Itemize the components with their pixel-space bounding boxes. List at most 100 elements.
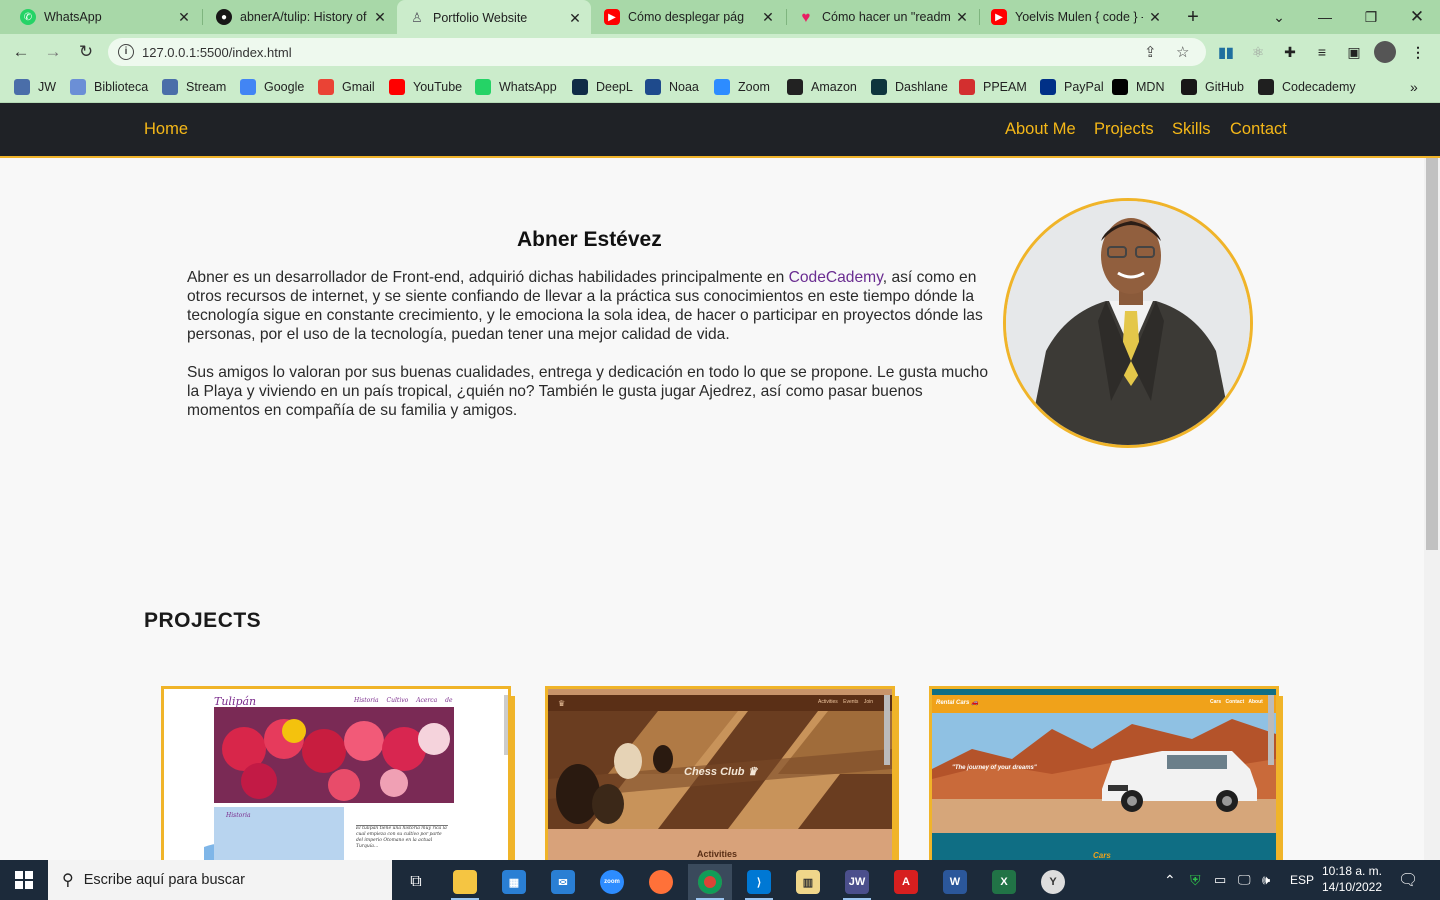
restore-button[interactable]: ❐ xyxy=(1348,0,1394,34)
site-navbar: Home About Me Projects Skills Contact xyxy=(0,103,1440,158)
jw-library-icon[interactable]: JW xyxy=(835,864,879,900)
bookmark-github[interactable]: GitHub xyxy=(1181,77,1244,97)
github-icon xyxy=(1181,79,1197,95)
bookmark-star-icon[interactable]: ☆ xyxy=(1176,43,1189,61)
taskbar-search[interactable]: ⚲ Escribe aquí para buscar xyxy=(48,860,392,900)
bookmark-codecademy[interactable]: Codecademy xyxy=(1258,77,1356,97)
word-icon[interactable]: W xyxy=(933,864,977,900)
app-y-icon[interactable]: Y xyxy=(1031,864,1075,900)
youtube-icon: ▶ xyxy=(991,9,1007,25)
clock-date: 14/10/2022 xyxy=(1321,880,1383,894)
reading-list-icon[interactable]: ≡ xyxy=(1312,42,1332,62)
close-tab-icon[interactable]: ✕ xyxy=(567,10,583,27)
address-bar[interactable]: i 127.0.0.1:5500/index.html ⇪ ☆ xyxy=(108,38,1206,66)
bookmark-google[interactable]: Google xyxy=(240,77,304,97)
chess-nav-1: Activities xyxy=(818,699,838,705)
bookmark-ppeam[interactable]: PPEAM xyxy=(959,77,1027,97)
acrobat-icon[interactable]: A xyxy=(884,864,928,900)
bookmark-dashlane[interactable]: Dashlane xyxy=(871,77,948,97)
bookmark-youtube[interactable]: YouTube xyxy=(389,77,462,97)
tab-youtube-yoelvis[interactable]: ▶ Yoelvis Mulen { code } - ✕ xyxy=(979,0,1171,34)
side-panel-icon[interactable]: ▣ xyxy=(1344,42,1364,62)
forward-button[interactable]: → xyxy=(40,39,66,65)
battery-icon[interactable]: ▭ xyxy=(1214,860,1226,900)
extension-react-icon[interactable]: ⚛ xyxy=(1248,42,1268,62)
task-view-icon[interactable]: ⧉ xyxy=(394,864,438,900)
tab-title: abnerA/tulip: History of xyxy=(240,10,367,24)
close-tab-icon[interactable]: ✕ xyxy=(760,9,776,26)
page-scrollbar[interactable] xyxy=(1424,158,1440,860)
file-explorer-icon[interactable] xyxy=(443,864,487,900)
more-bookmarks-icon[interactable]: » xyxy=(1410,77,1418,97)
tab-readme[interactable]: ♥ Cómo hacer un "readme ✕ xyxy=(786,0,978,34)
bookmark-jw[interactable]: JW xyxy=(14,77,56,97)
bookmark-stream[interactable]: Stream xyxy=(162,77,226,97)
close-tab-icon[interactable]: ✕ xyxy=(1147,9,1163,26)
bookmark-paypal[interactable]: PayPal xyxy=(1040,77,1104,97)
close-window-button[interactable]: ✕ xyxy=(1394,0,1440,34)
close-tab-icon[interactable]: ✕ xyxy=(372,9,388,26)
zoom-icon xyxy=(714,79,730,95)
github-icon: ● xyxy=(216,9,232,25)
tulip-card-section: Historia xyxy=(226,812,251,819)
close-tab-icon[interactable]: ✕ xyxy=(954,9,970,26)
nav-skills-link[interactable]: Skills xyxy=(1172,120,1211,139)
biblioteca-icon xyxy=(70,79,86,95)
bookmark-label: Codecademy xyxy=(1282,80,1356,94)
bookmark-whatsapp[interactable]: WhatsApp xyxy=(475,77,557,97)
codecademy-link[interactable]: CodeCademy xyxy=(789,269,883,286)
browser-tab-strip: ✆ WhatsApp ✕ ● abnerA/tulip: History of … xyxy=(0,0,1440,36)
firefox-icon[interactable] xyxy=(639,864,683,900)
search-placeholder: Escribe aquí para buscar xyxy=(83,872,245,888)
network-icon[interactable]: 🖵 xyxy=(1238,860,1251,900)
menu-kebab-icon[interactable]: ⋮ xyxy=(1408,42,1428,62)
extension-bars-icon[interactable]: ▮▮ xyxy=(1216,42,1236,62)
notifications-icon[interactable]: 🗨 xyxy=(1398,860,1418,900)
library-app-icon[interactable]: ▥ xyxy=(786,864,830,900)
tab-search-icon[interactable]: ⌄ xyxy=(1256,0,1302,34)
nav-home-link[interactable]: Home xyxy=(144,120,188,139)
show-hidden-icons[interactable]: ⌃ xyxy=(1164,860,1176,900)
close-tab-icon[interactable]: ✕ xyxy=(176,9,192,26)
vscode-icon[interactable]: ⟩ xyxy=(737,864,781,900)
calendar-app-icon[interactable]: ▦ xyxy=(492,864,536,900)
bookmark-mdn[interactable]: MDN xyxy=(1112,77,1164,97)
new-tab-button[interactable]: + xyxy=(1180,4,1206,30)
project-card-chess[interactable]: ♛ Activities Events Join Chess Club ♛ Ac… xyxy=(545,686,895,860)
share-icon[interactable]: ⇪ xyxy=(1144,43,1157,61)
nav-projects-link[interactable]: Projects xyxy=(1094,120,1154,139)
nav-contact-link[interactable]: Contact xyxy=(1230,120,1287,139)
tab-portfolio-active[interactable]: ♙ Portfolio Website ✕ xyxy=(397,0,591,36)
chess-card-title: Chess Club ♛ xyxy=(684,766,758,778)
project-card-tulip[interactable]: Tulipán Historia Cultivo Acerca de Histo… xyxy=(161,686,511,860)
tab-youtube-deploy[interactable]: ▶ Cómo desplegar pág ✕ xyxy=(592,0,784,34)
start-button[interactable] xyxy=(0,860,48,900)
chrome-icon[interactable] xyxy=(688,864,732,900)
extensions-puzzle-icon[interactable]: ✚ xyxy=(1280,42,1300,62)
back-button[interactable]: ← xyxy=(8,39,34,65)
taskbar-clock[interactable]: 10:18 a. m. 14/10/2022 xyxy=(1316,863,1388,895)
excel-icon[interactable]: X xyxy=(982,864,1026,900)
scrollbar-thumb[interactable] xyxy=(1426,158,1438,550)
zoom-icon[interactable]: zoom xyxy=(590,864,634,900)
bookmark-gmail[interactable]: Gmail xyxy=(318,77,375,97)
security-shield-icon[interactable]: ⛨ xyxy=(1190,860,1201,900)
language-indicator[interactable]: ESP xyxy=(1290,860,1314,900)
bookmark-amazon[interactable]: Amazon xyxy=(787,77,857,97)
project-card-rental[interactable]: Rental Cars 🚗 Cars Contact About "The jo… xyxy=(929,686,1279,860)
bookmark-label: PayPal xyxy=(1064,80,1104,94)
nav-about-link[interactable]: About Me xyxy=(1005,120,1076,139)
bookmark-biblioteca[interactable]: Biblioteca xyxy=(70,77,148,97)
tab-github[interactable]: ● abnerA/tulip: History of ✕ xyxy=(204,0,396,34)
tab-whatsapp[interactable]: ✆ WhatsApp ✕ xyxy=(8,0,200,34)
mail-icon[interactable]: ✉ xyxy=(541,864,585,900)
reload-button[interactable]: ↻ xyxy=(73,39,99,65)
site-info-icon[interactable]: i xyxy=(118,44,134,60)
bookmark-deepl[interactable]: DeepL xyxy=(572,77,633,97)
bookmark-noaa[interactable]: Noaa xyxy=(645,77,699,97)
bookmark-zoom[interactable]: Zoom xyxy=(714,77,770,97)
volume-icon[interactable]: 🕪 xyxy=(1262,860,1270,900)
url-text[interactable]: 127.0.0.1:5500/index.html xyxy=(142,45,292,60)
profile-avatar[interactable] xyxy=(1374,41,1396,63)
minimize-button[interactable]: — xyxy=(1302,0,1348,34)
